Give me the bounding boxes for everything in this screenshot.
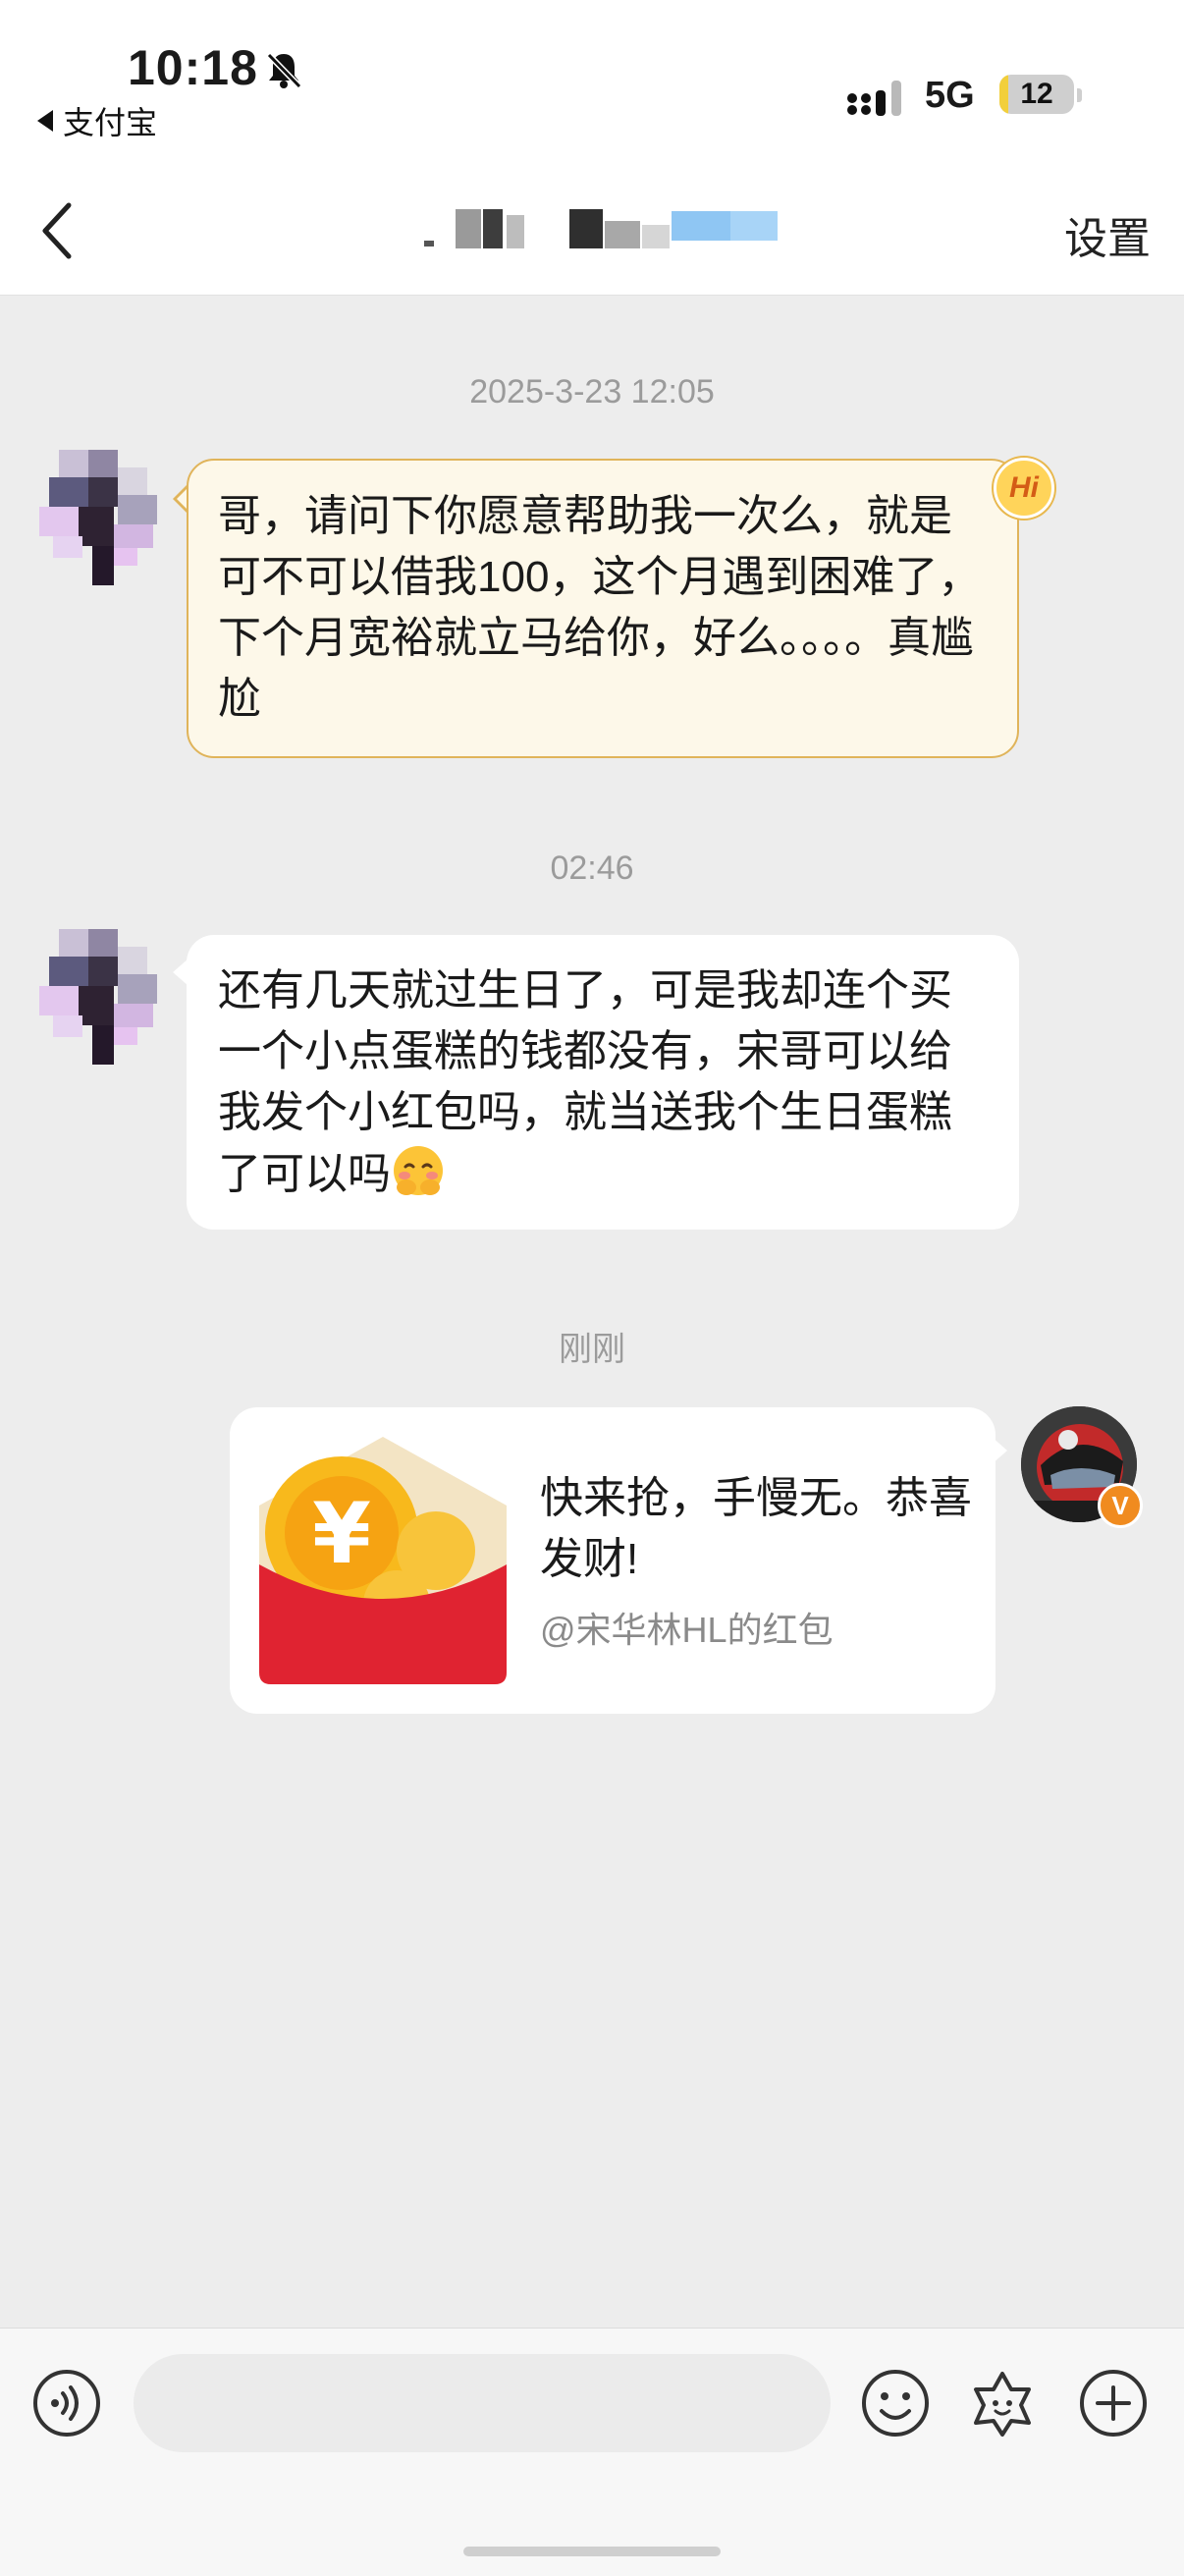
input-bar [0, 2328, 1184, 2576]
bell-muted-icon [266, 52, 302, 89]
message-text: 还有几天就过生日了，可是我却连个买一个小点蛋糕的钱都没有，宋哥可以给我发个小红包… [218, 966, 952, 1198]
settings-button[interactable]: 设置 [1064, 203, 1151, 266]
emoji-icon[interactable] [860, 2368, 931, 2439]
message-timestamp: 2025-3-23 12:05 [469, 373, 715, 411]
battery-level: 12 [1020, 78, 1053, 110]
shy-face-emoji-icon [394, 1146, 443, 1195]
status-bar: 10:18 支付宝 5G 12 [0, 0, 1184, 162]
message-timestamp: 02:46 [550, 850, 634, 887]
return-app-label: 支付宝 [63, 105, 158, 140]
hi-badge: Hi [994, 458, 1054, 519]
message-input[interactable] [134, 2354, 831, 2452]
home-indicator [463, 2547, 721, 2556]
svg-text:¥: ¥ [312, 1485, 371, 1583]
contact-avatar[interactable] [39, 450, 177, 587]
chevron-left-icon[interactable] [24, 192, 102, 270]
red-packet-source: @宋华林HL的红包 [540, 1610, 834, 1650]
plus-icon[interactable] [1078, 2368, 1149, 2439]
message-bubble[interactable]: 还有几天就过生日了，可是我却连个买一个小点蛋糕的钱都没有，宋哥可以给我发个小红包… [187, 935, 1019, 1230]
battery-tip [1077, 88, 1082, 102]
back-triangle-icon [37, 110, 53, 132]
voice-icon[interactable] [31, 2368, 102, 2439]
return-to-app-link[interactable]: 支付宝 [37, 98, 157, 143]
message-bubble[interactable]: 哥，请问下你愿意帮助我一次么，就是可不可以借我100，这个月遇到困难了，下个月宽… [187, 459, 1019, 758]
battery-indicator: 12 [999, 75, 1074, 114]
network-type: 5G [925, 75, 975, 116]
status-time: 10:18 [128, 40, 258, 95]
verified-badge: V [1098, 1483, 1143, 1528]
red-packet-message[interactable]: ¥ 快来抢，手慢无。恭喜发财! @宋华林HL的红包 [230, 1407, 1007, 1714]
chat-header: 设置 [0, 162, 1184, 296]
chat-title-blurred [412, 201, 785, 250]
red-packet-icon: ¥ [259, 1437, 507, 1684]
signal-icon [847, 81, 901, 116]
red-packet-title: 快来抢，手慢无。恭喜发财! [540, 1474, 972, 1583]
sticker-icon[interactable] [966, 2368, 1039, 2440]
contact-avatar[interactable] [39, 929, 177, 1067]
message-text: 哥，请问下你愿意帮助我一次么，就是可不可以借我100，这个月遇到困难了，下个月宽… [218, 492, 982, 723]
message-timestamp: 刚刚 [559, 1331, 625, 1368]
